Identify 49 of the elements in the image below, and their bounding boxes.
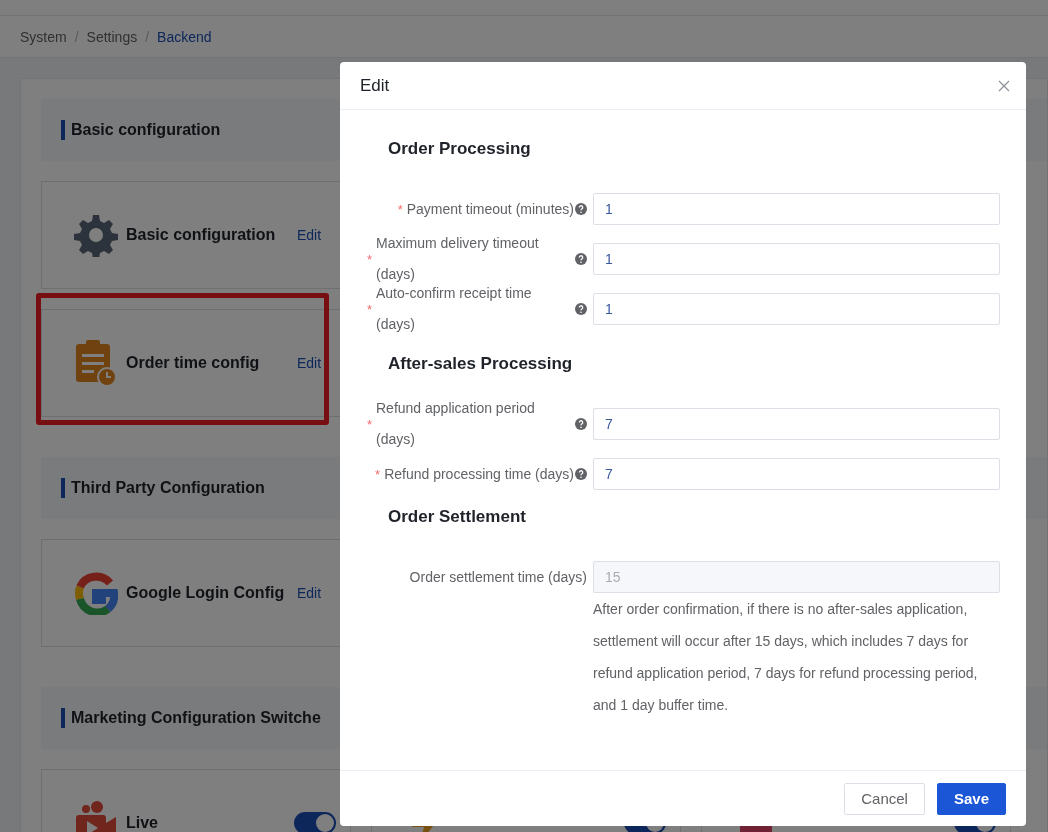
card-title: Order time config xyxy=(126,354,261,372)
group-title: Order Processing xyxy=(387,138,532,160)
breadcrumb-separator: / xyxy=(74,28,79,45)
section-title: Marketing Configuration Switche xyxy=(61,708,321,728)
field-label: Order settlement time (days) xyxy=(409,567,587,587)
input-field[interactable]: 7 xyxy=(593,458,1000,490)
input-field[interactable]: 7 xyxy=(593,408,1000,440)
close-icon xyxy=(998,79,1010,92)
cancel-button[interactable]: Cancel xyxy=(844,782,925,815)
edit-link[interactable]: Edit xyxy=(297,585,322,601)
help-icon[interactable] xyxy=(575,468,587,480)
dialog-title: Edit xyxy=(360,75,390,96)
close-button[interactable] xyxy=(998,79,1010,92)
field-note: After order confirmation, if there is no after-sales application, settlement will occur after 15 days, which includes 7 days for refund application period, 7 days for refund processing period, and 1 day buffer time. xyxy=(593,600,979,715)
required-mark: * xyxy=(366,416,372,432)
field-label: Auto-confirm receipt time (days) xyxy=(376,284,533,334)
breadcrumb-separator: / xyxy=(145,28,150,45)
help-icon[interactable] xyxy=(575,303,587,315)
field-label: Refund processing time (days) xyxy=(384,464,574,484)
save-button[interactable]: Save xyxy=(936,782,1006,815)
required-mark: * xyxy=(366,251,372,267)
breadcrumb-item[interactable]: System xyxy=(20,28,67,45)
group-title: After-sales Processing xyxy=(387,353,574,375)
toggle-switch[interactable] xyxy=(294,812,336,832)
help-icon[interactable] xyxy=(575,253,587,265)
field-label: Payment timeout (minutes) xyxy=(406,199,574,219)
required-mark: * xyxy=(366,301,372,317)
field-label: Refund application period (days) xyxy=(376,399,536,449)
help-icon[interactable] xyxy=(575,203,587,215)
input-field[interactable]: 1 xyxy=(593,293,1000,325)
gear-icon xyxy=(74,213,118,257)
group-title: Order Settlement xyxy=(387,506,527,528)
required-mark: * xyxy=(397,201,403,217)
card-title: Basic configuration xyxy=(126,226,277,244)
google-g-icon xyxy=(74,571,118,615)
breadcrumb-item[interactable]: Settings xyxy=(86,28,138,45)
help-icon[interactable] xyxy=(575,418,587,430)
section-title: Basic configuration xyxy=(61,120,221,140)
required-mark: * xyxy=(375,466,381,482)
clipboard-clock-icon xyxy=(74,339,118,387)
breadcrumb-item[interactable]: Backend xyxy=(157,28,212,45)
edit-link[interactable]: Edit xyxy=(297,355,322,371)
card-title: Google Login Config xyxy=(126,584,286,602)
field-label: Maximum delivery timeout (days) xyxy=(376,234,540,284)
input-field[interactable]: 1 xyxy=(593,243,1000,275)
card-title: Live xyxy=(126,814,159,832)
section-title: Third Party Configuration xyxy=(61,478,265,498)
input-field[interactable]: 1 xyxy=(593,193,1000,225)
edit-link[interactable]: Edit xyxy=(297,227,322,243)
